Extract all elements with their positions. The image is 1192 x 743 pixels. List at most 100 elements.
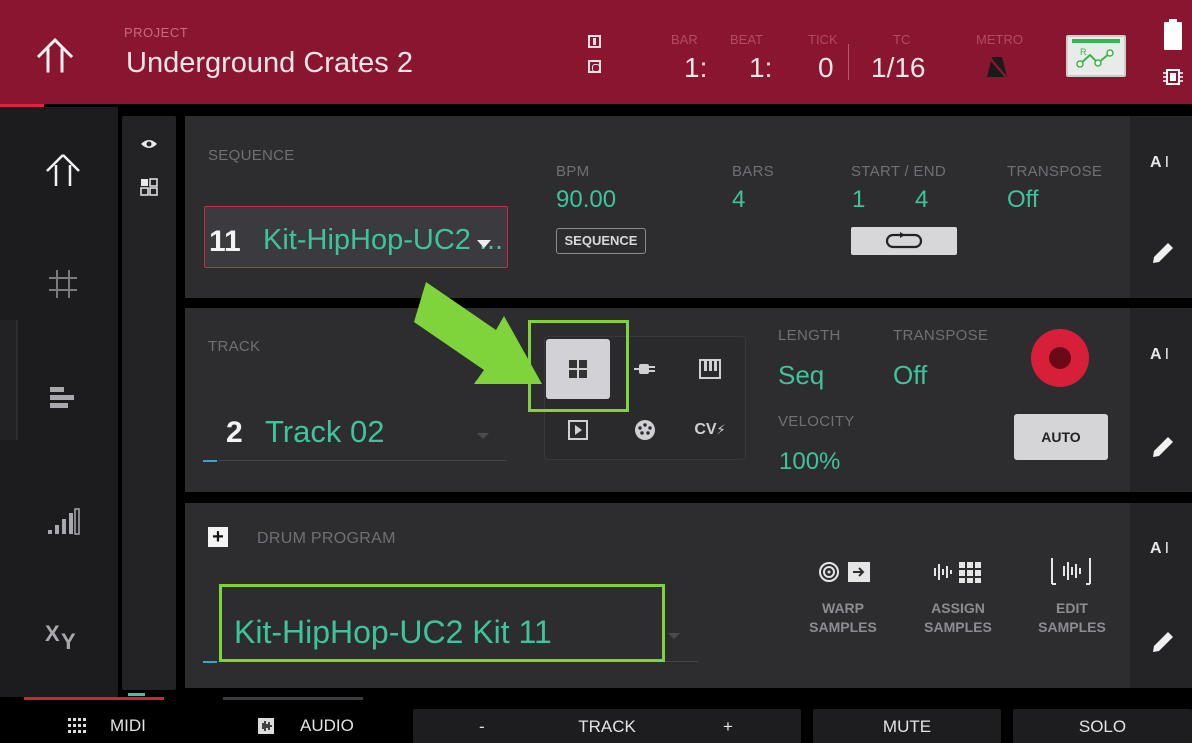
cpu-icon — [1162, 66, 1184, 88]
track-rename-button[interactable]: AI — [1150, 346, 1169, 364]
solo-button[interactable]: SOLO — [1013, 709, 1192, 743]
midi-tab-indicator — [24, 697, 164, 700]
left-navigation: X Y — [0, 107, 118, 697]
strip-indicator — [128, 683, 170, 714]
auto-button[interactable]: AUTO — [1014, 414, 1108, 460]
velocity-value[interactable]: 100% — [779, 448, 840, 476]
assign-line1: ASSIGN — [931, 600, 985, 616]
clip-icon — [568, 420, 588, 440]
track-list-icon — [50, 387, 74, 408]
io-indicators[interactable] — [588, 35, 602, 85]
pencil-icon — [1153, 437, 1173, 457]
beat-value[interactable]: 1: — [749, 52, 772, 84]
sequence-edit-button[interactable] — [1150, 240, 1176, 266]
svg-text:R: R — [1080, 47, 1087, 57]
tick-value[interactable]: 0 — [818, 52, 834, 84]
program-name-highlight — [219, 584, 665, 662]
track-navigation: - TRACK + — [413, 709, 801, 743]
metronome-muted-icon[interactable] — [985, 55, 1009, 84]
edit-samples-icon — [1050, 556, 1094, 591]
loop-icon — [885, 232, 923, 249]
seq-transpose-value[interactable]: Off — [1007, 186, 1039, 214]
text-cursor-icon: I — [1164, 540, 1170, 557]
track-transpose-value[interactable]: Off — [893, 360, 927, 391]
midi-tab-label: MIDI — [110, 716, 146, 735]
xy-icon: X Y — [45, 621, 76, 651]
bars-value[interactable]: 4 — [732, 186, 745, 214]
sequence-selector[interactable]: 11 Kit-HipHop-UC2 ... — [204, 206, 508, 268]
tc-value[interactable]: 1/16 — [871, 52, 926, 84]
length-value[interactable]: Seq — [778, 360, 824, 391]
audio-tab-indicator — [223, 697, 363, 700]
record-arm-button[interactable] — [1031, 329, 1089, 387]
program-rename-button[interactable]: AI — [1150, 540, 1169, 558]
midi-tab[interactable]: MIDI — [68, 708, 146, 743]
track-minus-button[interactable]: - — [479, 717, 485, 737]
edit-samples-button[interactable]: EDIT SAMPLES — [1020, 599, 1124, 637]
beat-label: BEAT — [730, 32, 763, 47]
loop-button[interactable] — [851, 227, 957, 255]
grid-icon — [49, 270, 77, 298]
velocity-label: VELOCITY — [778, 413, 855, 430]
warp-samples-button[interactable]: WARP SAMPLES — [791, 599, 895, 637]
svg-text:Y: Y — [61, 629, 76, 651]
nav-grid[interactable] — [38, 259, 88, 309]
start-end-label: START / END — [851, 163, 946, 180]
bar-value[interactable]: 1: — [684, 52, 707, 84]
battery-icon — [1164, 19, 1182, 50]
track-name[interactable]: Track 02 — [265, 414, 384, 450]
chevron-down-icon — [477, 240, 491, 248]
pads-view-icon[interactable] — [140, 178, 158, 201]
nav-xy[interactable]: X Y — [38, 610, 88, 660]
keygroup-track-type-button[interactable] — [678, 339, 742, 399]
sequence-side-column — [1130, 116, 1192, 298]
bars-label: BARS — [732, 163, 775, 180]
nav-mixer[interactable] — [38, 497, 88, 547]
view-strip — [122, 116, 176, 690]
bpm-value[interactable]: 90.00 — [556, 186, 616, 214]
record-icon — [1049, 347, 1071, 369]
home-button[interactable] — [30, 32, 80, 78]
track-edit-button[interactable] — [1150, 434, 1176, 460]
recall-screen-icon[interactable]: R — [1066, 35, 1126, 77]
sequence-rename-button[interactable]: AI — [1150, 154, 1169, 172]
input-icon — [588, 35, 601, 48]
audio-tab-label: AUDIO — [300, 716, 354, 735]
track-plus-button[interactable]: + — [723, 717, 733, 737]
annotation-arrow-icon — [400, 280, 548, 395]
ai-label: A — [1150, 346, 1162, 363]
assign-samples-button[interactable]: ASSIGN SAMPLES — [906, 599, 1010, 637]
track-transpose-label: TRANSPOSE — [893, 327, 989, 344]
add-program-button[interactable]: + — [208, 527, 228, 547]
sequence-number: 11 — [209, 225, 241, 258]
project-label: PROJECT — [124, 25, 189, 40]
mute-button[interactable]: MUTE — [813, 709, 1001, 743]
cv-track-type-button[interactable]: CV ⚡ — [678, 400, 742, 460]
track-side-column — [1130, 308, 1192, 492]
audio-tab[interactable]: AUDIO — [258, 708, 354, 743]
metro-label: METRO — [976, 32, 1023, 47]
sequence-button[interactable]: SEQUENCE — [556, 228, 646, 254]
start-value[interactable]: 1 — [852, 186, 865, 214]
nav-main[interactable] — [38, 145, 88, 195]
chevron-down-icon[interactable] — [668, 633, 680, 639]
midi-port-icon — [635, 420, 655, 440]
pencil-icon — [1153, 632, 1173, 652]
ai-label: A — [1150, 154, 1162, 171]
bolt-icon: ⚡ — [716, 422, 726, 437]
eye-icon[interactable] — [140, 137, 158, 155]
project-name[interactable]: Underground Crates 2 — [126, 47, 413, 80]
chevron-down-icon[interactable] — [477, 433, 489, 439]
program-color-dash — [203, 661, 217, 663]
sequence-label: SEQUENCE — [208, 147, 295, 164]
end-value[interactable]: 4 — [915, 186, 928, 214]
keyboard-icon — [699, 359, 721, 379]
program-edit-button[interactable] — [1150, 629, 1176, 655]
track-nav-label: TRACK — [578, 717, 636, 736]
track-number[interactable]: 2 — [226, 416, 243, 450]
text-cursor-icon: I — [1164, 346, 1170, 363]
assign-line2: SAMPLES — [924, 619, 992, 635]
pencil-icon — [1153, 243, 1173, 263]
nav-list[interactable] — [38, 373, 88, 423]
edit-line1: EDIT — [1056, 600, 1088, 616]
